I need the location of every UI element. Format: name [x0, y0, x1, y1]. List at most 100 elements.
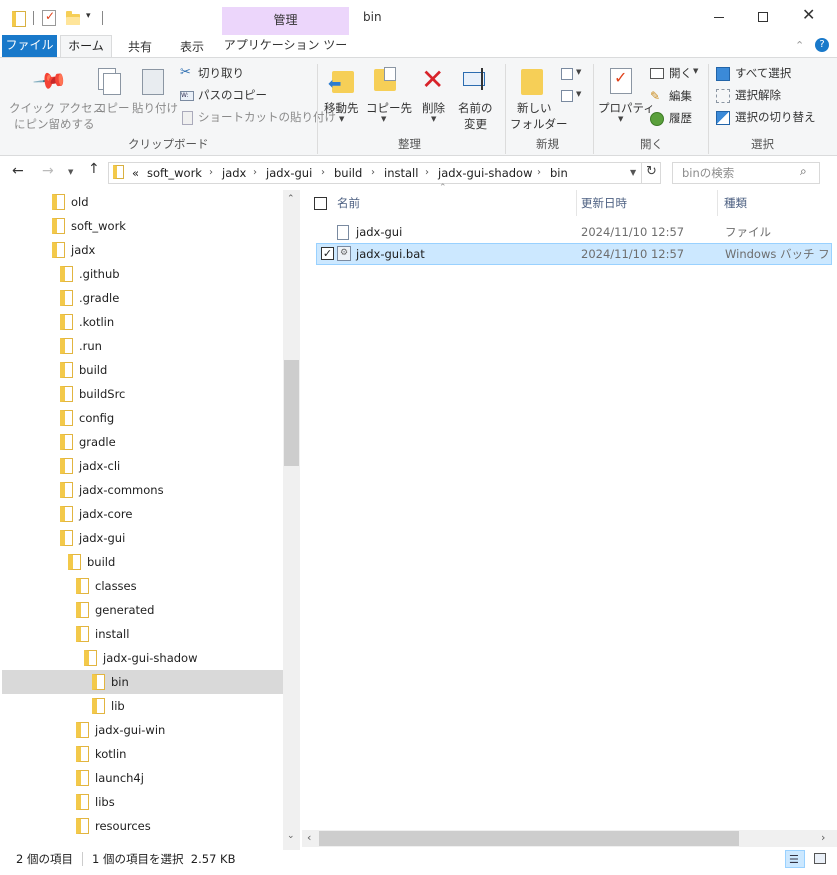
- tree-item-lib[interactable]: lib: [0, 694, 283, 718]
- invert-selection-button[interactable]: 選択の切り替え: [716, 109, 828, 127]
- tree-item-install[interactable]: install: [0, 622, 283, 646]
- column-divider[interactable]: [576, 190, 577, 216]
- properties-button[interactable]: ✓ プロパティ ▼: [596, 63, 655, 125]
- details-view-button[interactable]: ☰: [785, 850, 805, 868]
- open-button[interactable]: 開く ▼: [650, 65, 706, 83]
- breadcrumb-chevron-icon[interactable]: ›: [253, 164, 257, 182]
- scroll-thumb[interactable]: [319, 831, 739, 846]
- history-button[interactable]: 履歴: [650, 110, 706, 128]
- file-row-selected[interactable]: ✓ ⚙ jadx-gui.bat 2024/11/10 12:57 Window…: [316, 243, 832, 265]
- close-icon[interactable]: ✕: [802, 5, 815, 24]
- scroll-left-icon[interactable]: ‹: [307, 831, 311, 844]
- new-folder-button[interactable]: 新しい フォルダー: [508, 63, 568, 133]
- tree-item-old[interactable]: old: [0, 190, 283, 214]
- tree-item-bin[interactable]: bin: [2, 670, 283, 694]
- tree-scrollbar[interactable]: ⌃ ⌄: [283, 190, 300, 850]
- column-header-name[interactable]: 名前: [337, 193, 360, 213]
- column-header-date[interactable]: 更新日時: [581, 193, 627, 213]
- tree-item-jadx-gui-win[interactable]: jadx-gui-win: [0, 718, 283, 742]
- tree-item-gradle[interactable]: .gradle: [0, 286, 283, 310]
- tab-home[interactable]: ホーム: [60, 35, 112, 59]
- tab-application-tools[interactable]: アプリケーション ツール: [222, 35, 349, 73]
- breadcrumb-chevron-icon[interactable]: ›: [537, 164, 541, 182]
- qat-dropdown-icon[interactable]: ▾: [86, 11, 91, 21]
- tab-share[interactable]: 共有: [128, 38, 152, 55]
- large-icons-view-button[interactable]: [810, 850, 830, 868]
- tree-item-generated[interactable]: generated: [0, 598, 283, 622]
- tree-item-resources[interactable]: resources: [0, 814, 283, 838]
- tab-file[interactable]: ファイル: [2, 35, 57, 57]
- tree-item-build[interactable]: build: [0, 358, 283, 382]
- new-folder-qat-icon[interactable]: [66, 11, 80, 25]
- tree-item-jadx-cli[interactable]: jadx-cli: [0, 454, 283, 478]
- recent-dropdown-icon[interactable]: ▼: [68, 168, 73, 176]
- forward-button[interactable]: →: [42, 163, 54, 179]
- cut-button[interactable]: ✂ 切り取り: [180, 65, 310, 83]
- tree-item-jadx-gui[interactable]: jadx-gui: [0, 526, 283, 550]
- tree-item-github[interactable]: .github: [0, 262, 283, 286]
- tree-item-classes[interactable]: classes: [0, 574, 283, 598]
- tree-item-build[interactable]: build: [0, 550, 283, 574]
- breadcrumb-bin[interactable]: bin: [550, 164, 568, 182]
- tree-item-gradle[interactable]: gradle: [0, 430, 283, 454]
- minimize-icon[interactable]: [714, 17, 724, 18]
- tree-item-run[interactable]: .run: [0, 334, 283, 358]
- tree-item-libs[interactable]: libs: [0, 790, 283, 814]
- breadcrumb-chevron-icon[interactable]: ›: [371, 164, 375, 182]
- copy-button[interactable]: コピー: [92, 63, 130, 133]
- tree-item-buildsrc[interactable]: buildSrc: [0, 382, 283, 406]
- horizontal-scrollbar[interactable]: ‹ ›: [302, 830, 837, 847]
- tree-item-kotlin[interactable]: .kotlin: [0, 310, 283, 334]
- tab-view[interactable]: 表示: [180, 38, 204, 55]
- copy-to-button[interactable]: コピー先 ▼: [364, 63, 412, 125]
- back-button[interactable]: ←: [12, 163, 24, 179]
- easy-access-button[interactable]: ▼: [561, 88, 587, 106]
- file-list[interactable]: [300, 190, 837, 850]
- scroll-up-icon[interactable]: ⌃: [287, 194, 295, 204]
- breadcrumb-jadx[interactable]: jadx: [222, 164, 246, 182]
- address-dropdown-icon[interactable]: ▼: [630, 168, 636, 177]
- minimize-ribbon-icon[interactable]: ⌃: [795, 39, 804, 52]
- tree-item-launch4j[interactable]: launch4j: [0, 766, 283, 790]
- tree-item-kotlin[interactable]: kotlin: [0, 742, 283, 766]
- breadcrumb-soft_work[interactable]: soft_work: [147, 164, 202, 182]
- delete-button[interactable]: ✕ 削除 ▼: [416, 63, 452, 125]
- scroll-thumb[interactable]: [284, 360, 299, 466]
- pin-to-quick-access-button[interactable]: 📌 クイック アクセス にピン留めする: [6, 63, 104, 133]
- breadcrumb-build[interactable]: build: [334, 164, 362, 182]
- edit-button[interactable]: ✎ 編集: [650, 88, 706, 106]
- rename-button[interactable]: 名前の 変更: [456, 63, 496, 133]
- tree-item-jadx-commons[interactable]: jadx-commons: [0, 478, 283, 502]
- breadcrumb-chevron-icon[interactable]: ›: [425, 164, 429, 182]
- row-checkbox[interactable]: ✓: [321, 247, 334, 260]
- tree-item-soft-work[interactable]: soft_work: [0, 214, 283, 238]
- column-divider[interactable]: [717, 190, 718, 216]
- tree-item-jadx[interactable]: jadx: [0, 238, 283, 262]
- breadcrumb-install[interactable]: install: [384, 164, 418, 182]
- select-all-button[interactable]: すべて選択: [716, 65, 828, 83]
- scroll-right-icon[interactable]: ›: [821, 831, 825, 844]
- scroll-down-icon[interactable]: ⌄: [287, 831, 295, 841]
- properties-qat-icon[interactable]: ✓: [42, 9, 56, 26]
- address-overflow-button[interactable]: «: [132, 164, 139, 182]
- select-none-button[interactable]: 選択解除: [716, 87, 828, 105]
- tree-item-jadx-core[interactable]: jadx-core: [0, 502, 283, 526]
- copy-path-button[interactable]: W: パスのコピー: [180, 87, 310, 105]
- breadcrumb-jadx-gui[interactable]: jadx-gui: [266, 164, 312, 182]
- new-item-button[interactable]: ▼: [561, 66, 587, 84]
- up-button[interactable]: ↑: [88, 161, 100, 177]
- refresh-button[interactable]: ↻: [641, 162, 661, 184]
- breadcrumb-chevron-icon[interactable]: ›: [209, 164, 213, 182]
- breadcrumb-chevron-icon[interactable]: ›: [321, 164, 325, 182]
- breadcrumb-jadx-gui-shadow[interactable]: jadx-gui-shadow: [438, 164, 533, 182]
- tree-item-config[interactable]: config: [0, 406, 283, 430]
- file-row[interactable]: jadx-gui 2024/11/10 12:57 ファイル: [316, 222, 832, 244]
- column-header-type[interactable]: 種類: [724, 193, 747, 213]
- paste-button[interactable]: 貼り付け: [130, 63, 178, 133]
- select-all-checkbox[interactable]: [314, 197, 327, 210]
- help-icon[interactable]: ?: [815, 38, 829, 52]
- move-to-button[interactable]: ⬅ 移動先 ▼: [322, 63, 362, 125]
- search-input[interactable]: binの検索 ⌕: [672, 162, 820, 184]
- paste-shortcut-button[interactable]: ショートカットの貼り付け: [180, 109, 336, 127]
- maximize-icon[interactable]: [758, 12, 768, 22]
